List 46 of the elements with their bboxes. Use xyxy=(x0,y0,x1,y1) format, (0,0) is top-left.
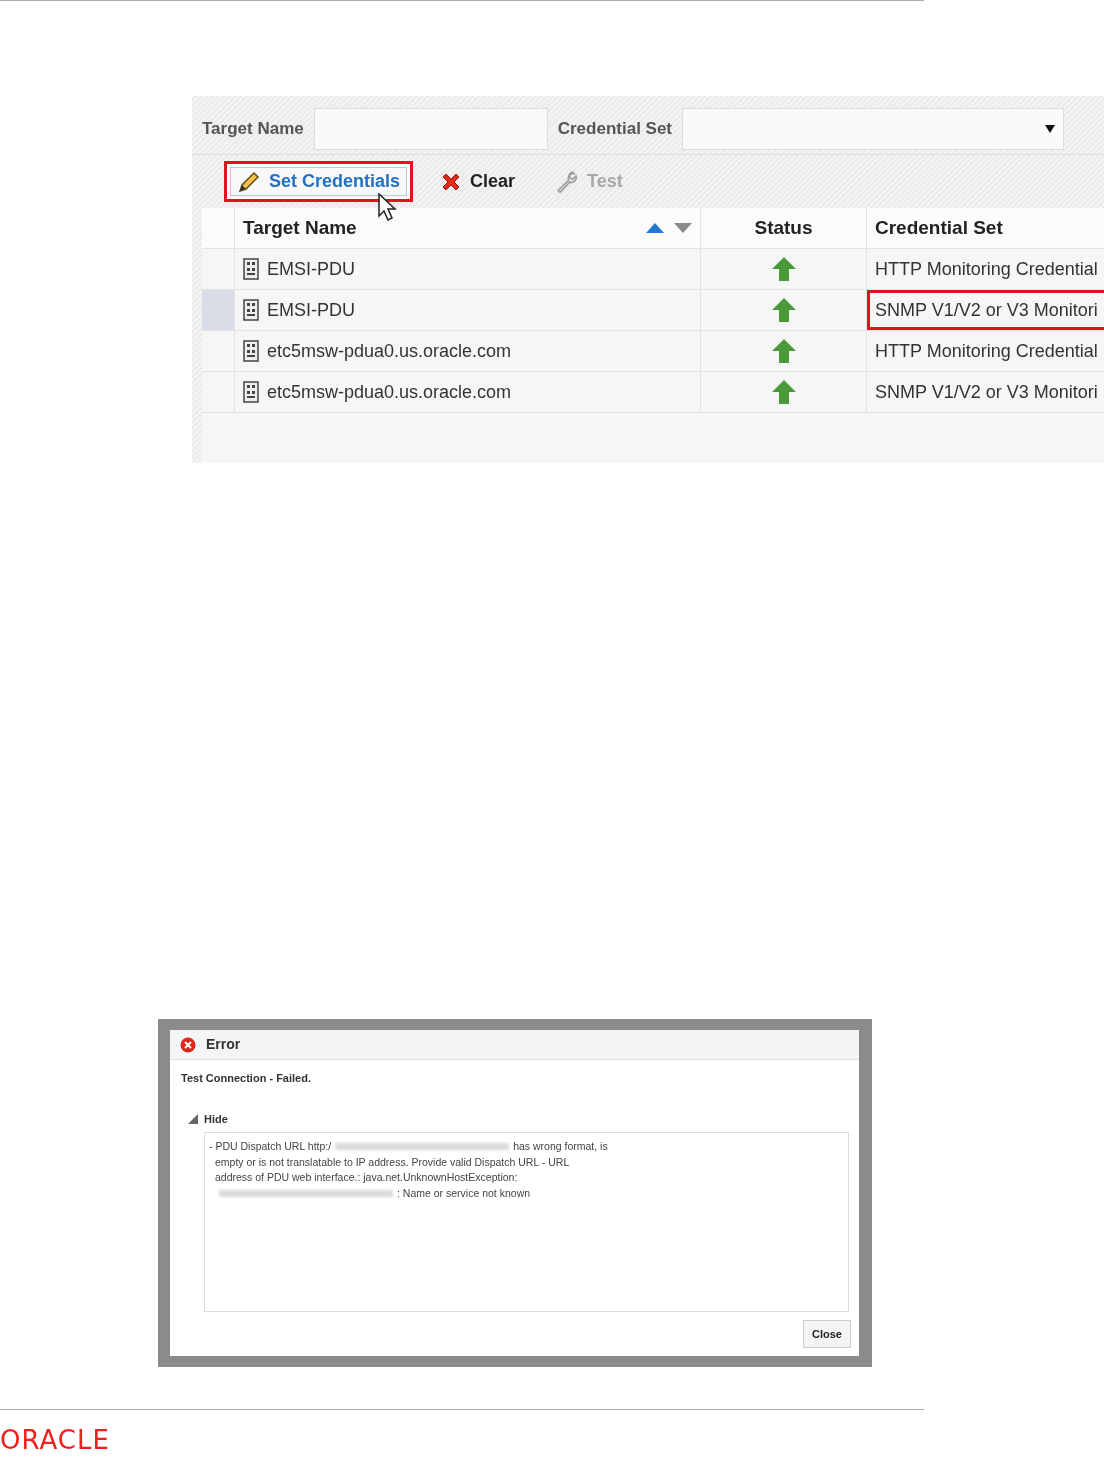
target-name: EMSI-PDU xyxy=(267,298,355,322)
message-text: - PDU Dispatch URL http:/ xyxy=(209,1139,332,1154)
toolbar-button[interactable]: Set Credentials xyxy=(224,161,414,202)
field-label: Credential Set xyxy=(557,118,673,141)
field-label: Target Name xyxy=(202,118,304,141)
target-name: etc5msw-pdua0.us.oracle.com xyxy=(267,339,512,363)
highlighted-cell: SNMP V1/V2 or V3 Monitori xyxy=(867,290,1104,330)
message-text: : Name or service not known xyxy=(397,1185,531,1201)
message-text: has wrong format, is xyxy=(513,1139,608,1154)
up-arrow-icon xyxy=(770,338,797,364)
device-icon xyxy=(243,381,259,403)
error-icon xyxy=(180,1036,196,1053)
select-field[interactable] xyxy=(682,108,1065,150)
target-name: etc5msw-pdua0.us.oracle.com xyxy=(267,380,512,404)
wrench-icon xyxy=(555,169,580,194)
error-summary: Test Connection - Failed. xyxy=(181,1071,312,1086)
disclosure-triangle-icon[interactable] xyxy=(188,1113,198,1124)
table-cell: SNMP V1/V2 or V3 Monitori xyxy=(867,372,1104,412)
up-arrow-icon xyxy=(770,379,797,405)
close-button[interactable]: Close xyxy=(803,1319,851,1348)
device-icon xyxy=(243,258,259,280)
message-text: address of PDU web interface.: java.net.UnknownHostException: xyxy=(215,1170,518,1186)
message-text: empty or is not translatable to IP address. Provide valid Dispatch URL - URL xyxy=(215,1154,570,1170)
table-row[interactable]: EMSI-PDU SNMP V1/V2 or V3 Monitori xyxy=(202,290,1104,331)
dropdown-arrow-icon xyxy=(1045,125,1056,133)
table-row[interactable]: etc5msw-pdua0.us.oracle.com SNMP V1/V2 or V3 Monitori xyxy=(202,372,1104,413)
target-name: EMSI-PDU xyxy=(267,257,355,281)
toolbar-button[interactable]: Clear xyxy=(427,161,529,202)
pencil-icon xyxy=(237,169,261,194)
sort-arrows-icon[interactable] xyxy=(646,222,692,234)
dialog-title: Error xyxy=(206,1035,241,1054)
table-row[interactable]: EMSI-PDU HTTP Monitoring Credential xyxy=(202,249,1104,290)
table-cell: HTTP Monitoring Credential xyxy=(867,331,1104,371)
device-icon xyxy=(243,340,259,362)
table-cell: HTTP Monitoring Credential xyxy=(867,249,1104,289)
column-header: Status xyxy=(754,215,813,240)
details-toggle-link[interactable]: Hide xyxy=(204,1110,228,1127)
up-arrow-icon xyxy=(770,256,797,282)
up-arrow-icon xyxy=(770,297,797,323)
column-header: Credential Set xyxy=(875,215,1003,240)
table-row[interactable]: etc5msw-pdua0.us.oracle.com HTTP Monitoring Credential xyxy=(202,331,1104,372)
device-icon xyxy=(243,299,259,321)
column-header: Target Name xyxy=(243,215,357,240)
oracle-logo: ORACLE xyxy=(0,1427,110,1453)
row-selector[interactable] xyxy=(202,290,235,330)
input-field[interactable] xyxy=(313,108,548,150)
